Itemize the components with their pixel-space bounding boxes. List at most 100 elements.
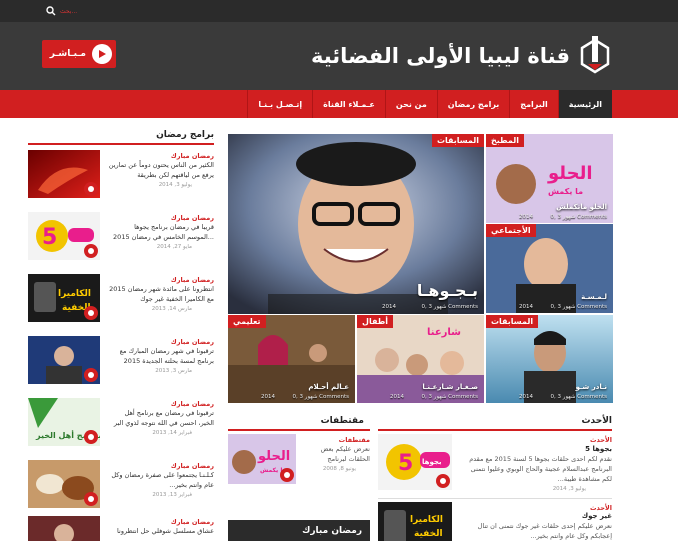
featured-tile-kitchen[interactable]: الحلو ما يكمش المطبخ الحلو ماتكملش شهور 3… xyxy=(486,134,613,223)
tile-meta: شهور 3 ,0 Comments xyxy=(421,394,478,400)
item-title[interactable]: قريبا في رمضان برنامج يجوها ...الموسم ال… xyxy=(108,222,214,242)
nav-item-programs[interactable]: البرامج xyxy=(509,90,557,118)
list-item[interactable]: 5 رمضان مبارك قريبا في رمضان برنامج يجوه… xyxy=(28,212,214,270)
sidebar-title: برامج رمضان xyxy=(156,130,214,140)
tile-caption[interactable]: عـالم أحـلام xyxy=(308,383,349,391)
site-header: مـبـاشـر قناة ليبيا الأولى الفضائية xyxy=(0,22,678,90)
thumbnail-image[interactable]: 5 بجوها xyxy=(378,434,452,490)
tile-date: 2014 xyxy=(390,394,404,400)
tile-category-tag[interactable]: المسابقات xyxy=(431,134,484,147)
thumb-text: الحلو xyxy=(257,449,290,464)
thumbnail-image[interactable] xyxy=(28,150,100,198)
list-item[interactable]: رمضان مبارك الكثير من الناس يحتون دوماً … xyxy=(28,150,214,208)
tile-meta: شهور 3 ,0 Comments xyxy=(550,214,607,220)
item-title[interactable]: ترقبونا في رمضان مع برنامج أهل الخير، اح… xyxy=(108,408,214,428)
item-category[interactable]: رمضان مبارك xyxy=(171,276,214,284)
item-excerpt[interactable]: نعرض عليكم بعض الحلقات لبرنامج xyxy=(302,444,370,464)
tile-category-tag[interactable]: المسابقات xyxy=(486,315,539,328)
live-label: مـبـاشـر xyxy=(49,49,86,59)
latest-title: الأحدث xyxy=(581,416,612,426)
tile-caption[interactable]: صـغـار شـارعـنـا xyxy=(422,383,478,391)
site-logo[interactable]: قناة ليبيا الأولى الفضائية xyxy=(310,36,612,74)
thumbnail-image[interactable]: 5 xyxy=(28,212,100,260)
selections-title-line xyxy=(228,429,370,431)
play-icon xyxy=(84,244,98,258)
tile-caption[interactable]: الحلو ماتكملش xyxy=(556,203,607,211)
search-box[interactable]: بحث... xyxy=(46,5,166,17)
item-title[interactable]: عشاق مسلسل شوفلي حل انتظرونا xyxy=(108,526,214,536)
thumb-text: بجوها xyxy=(422,458,442,466)
item-category[interactable]: رمضان مبارك xyxy=(171,518,214,526)
tile-date: 2014 xyxy=(261,394,275,400)
tile-meta: شهور 3 ,0 Comments xyxy=(550,394,607,400)
thumbnail-image[interactable]: الكاميرا الخفية xyxy=(378,502,452,541)
item-category[interactable]: رمضان مبارك xyxy=(171,338,214,346)
tile-category-tag[interactable]: المطبخ xyxy=(486,134,524,147)
featured-tile-kids[interactable]: شارعنا أطفال صـغـار شـارعـنـا شهور 3 ,0 … xyxy=(357,315,484,403)
item-category[interactable]: رمضان مبارك xyxy=(171,152,214,160)
tile-category-tag[interactable]: الأجتماعي xyxy=(486,224,536,237)
tile-caption[interactable]: نـادر شـو xyxy=(576,383,607,391)
nav-item-ramadan-programs[interactable]: برامج رمضان xyxy=(436,90,510,118)
item-title[interactable]: ترقبونا في شهر رمضان المبارك مع برنامج ل… xyxy=(108,346,214,366)
nav-item-home[interactable]: الرئيسية xyxy=(557,90,612,118)
featured-tile-education[interactable]: تعليمي عـالم أحـلام شهور 3 ,0 Comments 2… xyxy=(228,315,355,403)
tile-category-tag[interactable]: أطفال xyxy=(357,315,393,328)
item-title[interactable]: الكثير من الناس يحتون دوماً عن تمارين ير… xyxy=(108,160,214,180)
nav-item-contact[interactable]: إتـصـل بـنـا xyxy=(247,90,312,118)
featured-tile-social[interactable]: الأجتماعي لـمـسـة شهور 3 ,0 Comments 201… xyxy=(486,224,613,313)
selections-title: مقتطفات xyxy=(320,416,364,426)
tile-category-tag[interactable]: تعليمي xyxy=(228,315,266,328)
item-date: يونيو 8, 2008 xyxy=(322,466,356,472)
tile-caption[interactable]: بـجـوهـا xyxy=(417,281,478,300)
item-date: يوليو 3, 2014 xyxy=(552,486,586,492)
thumbnail-image[interactable]: الحلو ما يكمش xyxy=(228,434,296,484)
list-item[interactable]: برنامج أهل الخير رمضان مبارك ترقبونا في … xyxy=(28,398,214,456)
featured-tile-main[interactable]: المسابقات بـجـوهـا شهور 3 ,0 Comments 20… xyxy=(228,134,484,314)
item-title[interactable]: كـلـنـا يجتمعوا على صفرة رمضان وكل عام و… xyxy=(108,470,214,490)
item-category[interactable]: الأحدث xyxy=(590,504,612,512)
list-item[interactable]: الحلو ما يكمش مقتطفات نعرض عليكم بعض الحل… xyxy=(228,434,370,488)
list-item[interactable]: رمضان مبارك عشاق مسلسل شوفلي حل انتظرونا xyxy=(28,516,214,541)
nav-item-about[interactable]: من نحن xyxy=(384,90,437,118)
play-icon xyxy=(84,368,98,382)
list-item[interactable]: 5 بجوها الأحدث بجوها 5 نقدم لكم احدى حلقا… xyxy=(378,434,612,496)
top-strip: بحث... xyxy=(0,0,678,22)
tile-meta: شهور 3 ,0 Comments xyxy=(292,394,349,400)
thumbnail-image[interactable] xyxy=(28,336,100,384)
search-icon[interactable] xyxy=(46,6,56,16)
nav-items: الرئيسية البرامج برامج رمضان من نحن عـمـ… xyxy=(247,90,612,118)
thumb-text: الكاميرا xyxy=(58,289,91,299)
item-category[interactable]: رمضان مبارك xyxy=(171,462,214,470)
live-button[interactable]: مـبـاشـر xyxy=(42,40,116,68)
item-date: فبراير 14, 2013 xyxy=(152,430,192,436)
play-icon xyxy=(84,492,98,506)
list-item[interactable]: الكاميرا الخفية رمضان مبارك انتظرونا على … xyxy=(28,274,214,332)
list-item[interactable]: رمضان مبارك كـلـنـا يجتمعوا على صفرة رمض… xyxy=(28,460,214,518)
thumbnail-image[interactable] xyxy=(28,460,100,508)
item-category[interactable]: رمضان مبارك xyxy=(171,214,214,222)
item-category[interactable]: مقتطفات xyxy=(339,436,370,444)
nav-item-clients[interactable]: عـمـلاء القناة xyxy=(312,90,385,118)
item-title[interactable]: بجوها 5 xyxy=(585,445,612,453)
search-input[interactable]: بحث... xyxy=(60,8,77,15)
tile-caption[interactable]: لـمـسـة xyxy=(581,293,607,301)
list-item[interactable]: الكاميرا الخفية الأحدث غير جوك نعرض عليكم… xyxy=(378,502,612,541)
featured-tile-contests[interactable]: المسابقات نـادر شـو شهور 3 ,0 Comments 2… xyxy=(486,315,613,403)
play-icon xyxy=(84,182,98,196)
tile-meta: شهور 3 ,0 Comments xyxy=(550,304,607,310)
thumbnail-image[interactable]: الكاميرا الخفية xyxy=(28,274,100,322)
play-icon xyxy=(436,474,450,488)
list-item[interactable]: رمضان مبارك ترقبونا في شهر رمضان المبارك… xyxy=(28,336,214,394)
logo-text: قناة ليبيا الأولى الفضائية xyxy=(310,44,570,68)
item-date: مايو 27, 2014 xyxy=(156,244,192,250)
play-icon xyxy=(84,306,98,320)
main-nav: الرئيسية البرامج برامج رمضان من نحن عـمـ… xyxy=(0,90,678,118)
item-category[interactable]: رمضان مبارك xyxy=(171,400,214,408)
thumbnail-image[interactable]: برنامج أهل الخير xyxy=(28,398,100,446)
item-title[interactable]: انتظرونا على مائدة شهر رمضان 2015 مع الك… xyxy=(108,284,214,304)
thumbnail-image[interactable] xyxy=(28,516,100,541)
item-title[interactable]: غير جوك xyxy=(582,512,612,520)
item-category[interactable]: الأحدث xyxy=(590,436,612,444)
item-date: فبراير 13, 2013 xyxy=(152,492,192,498)
